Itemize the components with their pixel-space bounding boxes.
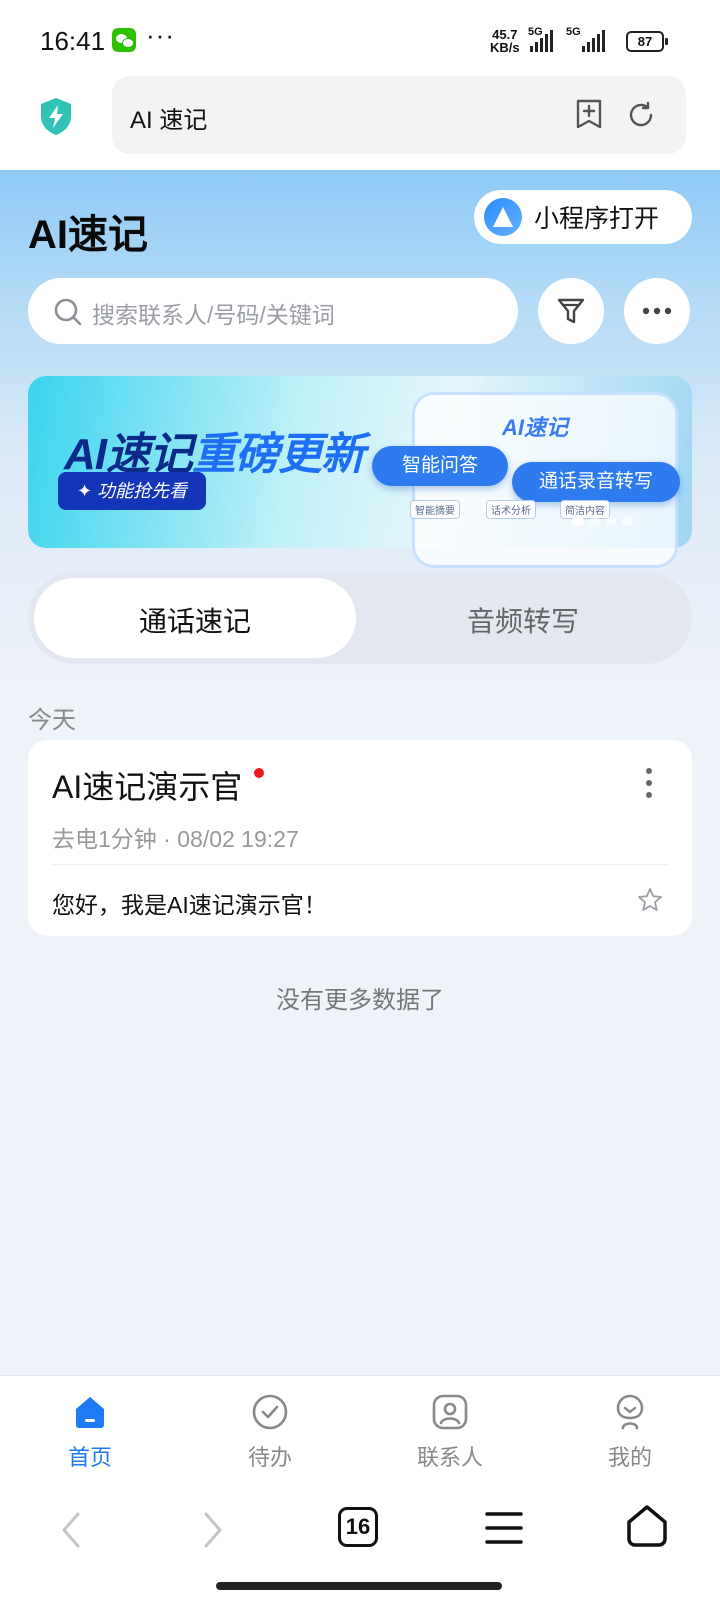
nav-home[interactable]: 首页	[30, 1392, 150, 1472]
star-icon[interactable]	[636, 886, 664, 914]
home-page-icon[interactable]	[624, 1503, 670, 1549]
mini-program-logo-icon	[484, 198, 522, 236]
network-speed-unit: KB/s	[490, 40, 520, 55]
card-divider	[52, 864, 668, 865]
list-item-title: AI速记演示官	[52, 769, 243, 805]
back-icon[interactable]	[58, 1510, 84, 1550]
filter-button[interactable]	[538, 278, 604, 344]
reload-icon[interactable]	[626, 100, 656, 130]
kebab-menu-icon[interactable]	[646, 768, 654, 800]
wechat-notification-icon	[112, 28, 136, 52]
nav-contacts[interactable]: 联系人	[390, 1392, 510, 1472]
nav-home-label: 首页	[67, 1445, 112, 1470]
banner-chip: 智能摘要	[410, 500, 460, 519]
unread-dot	[254, 768, 264, 778]
status-more: ···	[146, 20, 175, 50]
search-icon	[54, 298, 82, 326]
page-title: AI速记	[28, 213, 148, 257]
more-horizontal-icon	[642, 307, 672, 315]
sim2-label: 5G	[566, 26, 581, 38]
tab-call-notes[interactable]: 通话速记	[34, 600, 356, 640]
battery-icon: 87	[626, 31, 668, 52]
nav-profile[interactable]: 我的	[570, 1392, 690, 1472]
list-item-preview: 您好，我是AI速记演示官！	[52, 892, 327, 918]
banner-dot	[606, 516, 616, 526]
banner-dot	[622, 516, 632, 526]
shield-bolt-icon[interactable]	[38, 96, 74, 136]
section-label-today: 今天	[28, 707, 76, 734]
bookmark-add-icon[interactable]	[574, 98, 604, 130]
banner-dot	[572, 516, 584, 526]
nav-todo[interactable]: 待办	[210, 1392, 330, 1472]
filter-icon	[557, 298, 585, 324]
list-item-meta: 去电1分钟 · 08/02 19:27	[52, 826, 299, 852]
status-bar	[0, 0, 720, 80]
banner-phone-title: AI速记	[502, 415, 569, 440]
more-options-button[interactable]	[624, 278, 690, 344]
nav-todo-label: 待办	[247, 1445, 292, 1470]
banner-pagination	[572, 516, 632, 526]
network-speed: 45.7 KB/s	[490, 28, 520, 54]
banner-pill-transcribe: 通话录音转写	[512, 462, 680, 502]
banner-title-part2: 重磅更新	[192, 430, 365, 479]
banner-dot	[590, 516, 600, 526]
status-time: 16:41	[40, 26, 106, 56]
profile-icon	[616, 1394, 644, 1430]
search-placeholder: 搜索联系人/号码/关键词	[92, 302, 335, 328]
gesture-handle[interactable]	[216, 1582, 502, 1590]
forward-icon[interactable]	[200, 1510, 226, 1550]
signal-icon	[582, 30, 605, 52]
banner-chip: 话术分析	[486, 500, 536, 519]
banner-pill-qa: 智能问答	[372, 446, 508, 486]
tab-audio-transcribe[interactable]: 音频转写	[360, 600, 686, 640]
menu-icon[interactable]	[484, 1510, 524, 1546]
signal-icon	[530, 30, 553, 52]
list-end-text: 没有更多数据了	[276, 987, 444, 1014]
nav-contacts-label: 联系人	[416, 1445, 483, 1470]
open-mini-program-button[interactable]: 小程序打开	[474, 190, 692, 244]
open-mini-program-label: 小程序打开	[534, 205, 660, 233]
home-icon	[76, 1397, 104, 1428]
tabs-count-button[interactable]: 16	[338, 1507, 378, 1547]
contact-icon	[432, 1394, 468, 1430]
nav-profile-label: 我的	[607, 1445, 652, 1470]
check-circle-icon	[252, 1394, 288, 1430]
banner-tag: ✦ 功能抢先看	[58, 472, 206, 510]
address-bar-title: AI 速记	[130, 107, 208, 134]
